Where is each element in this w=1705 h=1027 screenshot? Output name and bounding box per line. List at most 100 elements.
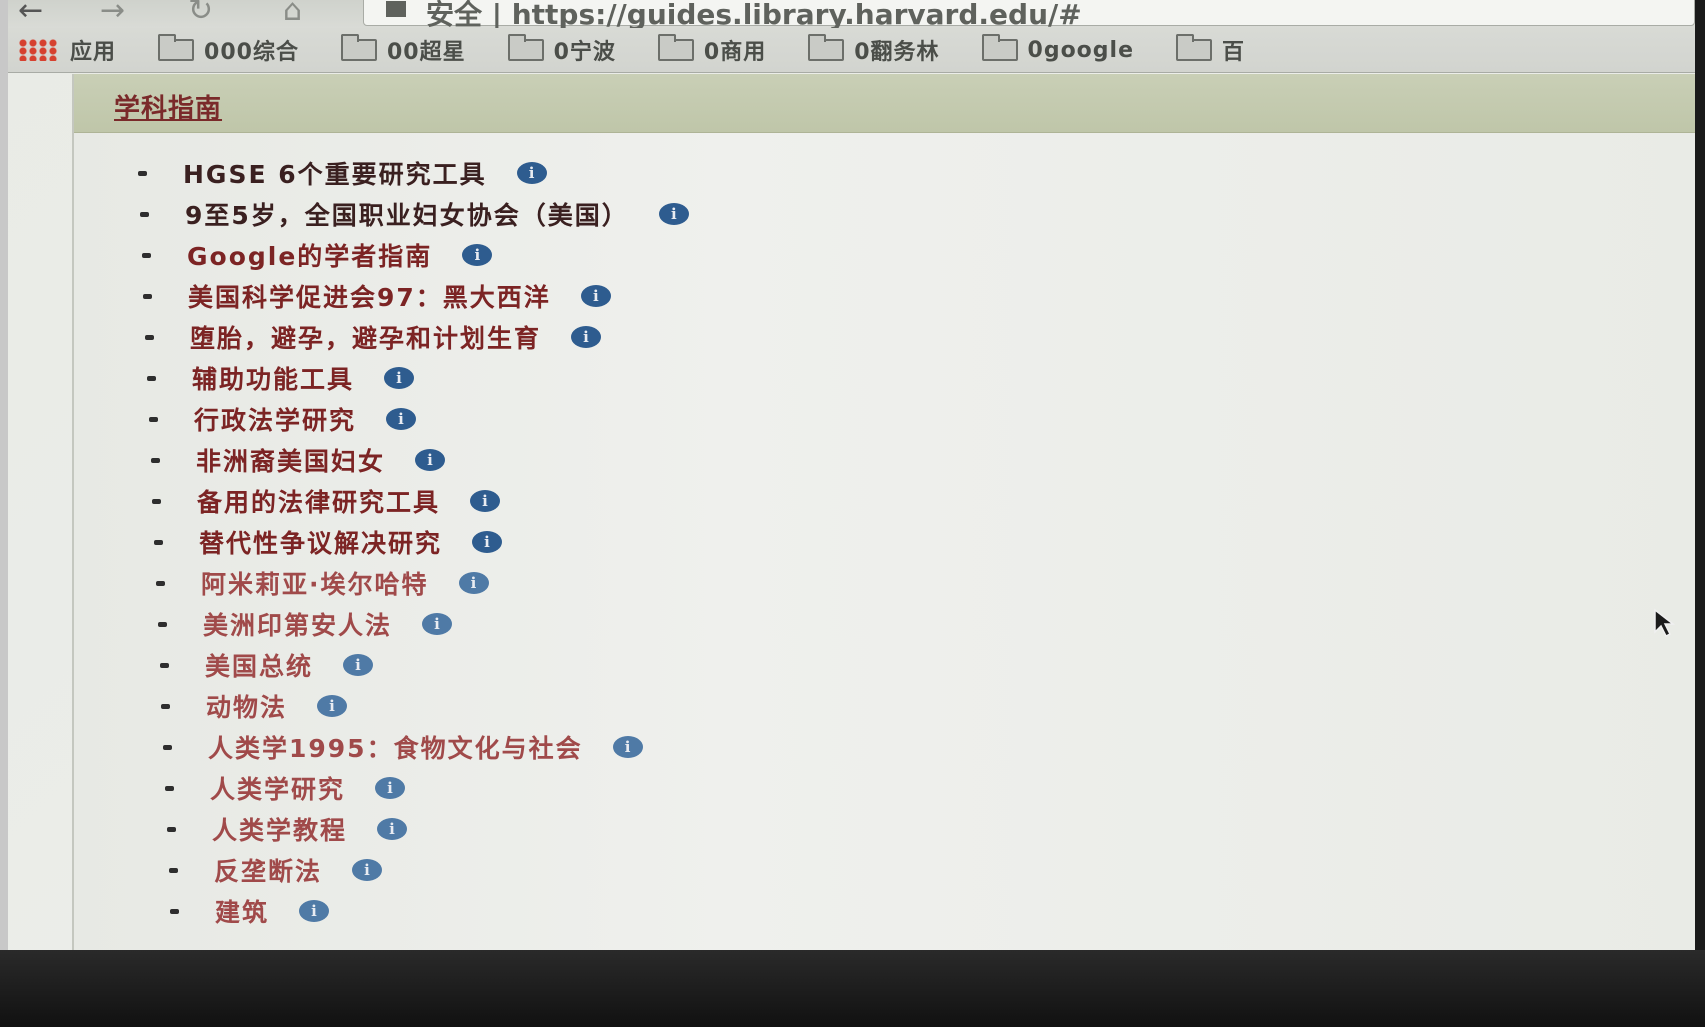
photo-frame-edge xyxy=(0,0,8,1027)
guide-link[interactable]: 9至5岁，全国职业妇女协会（美国） xyxy=(185,196,629,232)
guide-list-item: 堕胎，避孕，避孕和计划生育 i xyxy=(138,318,689,356)
guide-list-item: 阿米莉亚·埃尔哈特 i xyxy=(138,564,689,602)
folder-icon xyxy=(507,34,544,61)
bookmark-item[interactable]: 0翻务林 xyxy=(808,34,939,66)
folder-icon xyxy=(808,34,845,61)
folder-icon xyxy=(158,34,195,61)
address-field[interactable]: 安全 | https://guides.library.harvard.edu/… xyxy=(363,0,1695,31)
info-icon[interactable]: i xyxy=(571,326,602,348)
guide-link[interactable]: 辅助功能工具 xyxy=(192,360,354,396)
bullet-icon xyxy=(165,785,174,791)
guide-list-item: 非洲裔美国妇女 i xyxy=(138,441,689,479)
guide-link[interactable]: 动物法 xyxy=(206,688,287,724)
folder-icon xyxy=(981,34,1018,61)
guide-link[interactable]: 行政法学研究 xyxy=(194,401,356,437)
guide-list-item: 人类学教程 i xyxy=(138,810,689,848)
info-icon[interactable]: i xyxy=(352,859,383,881)
guide-link[interactable]: 替代性争议解决研究 xyxy=(199,524,442,560)
guide-list-item: 动物法 i xyxy=(138,687,689,725)
bookmark-label: 百 xyxy=(1222,40,1246,65)
guide-link[interactable]: 非洲裔美国妇女 xyxy=(196,442,385,478)
guide-link[interactable]: 人类学1995：食物文化与社会 xyxy=(208,729,583,765)
bookmark-label: 0翻务林 xyxy=(854,40,940,65)
lock-icon xyxy=(386,1,406,17)
bookmark-item[interactable]: 0google xyxy=(981,34,1135,63)
bullet-icon xyxy=(170,908,179,914)
guide-link[interactable]: 反垄断法 xyxy=(214,852,322,888)
bullet-icon xyxy=(167,826,176,832)
info-icon[interactable]: i xyxy=(377,818,408,840)
guide-link[interactable]: 堕胎，避孕，避孕和计划生育 xyxy=(190,319,541,355)
bookmark-item[interactable]: 应用 xyxy=(18,34,116,66)
info-icon[interactable]: i xyxy=(415,449,446,471)
guide-list-item: Google的学者指南 i xyxy=(138,236,689,274)
guide-list-item: 人类学研究 i xyxy=(138,769,689,807)
guide-link[interactable]: HGSE 6个重要研究工具 xyxy=(183,155,487,191)
back-arrow-icon[interactable]: ← xyxy=(18,0,43,26)
reload-icon[interactable]: ↻ xyxy=(188,0,213,26)
guide-link[interactable]: 阿米莉亚·埃尔哈特 xyxy=(201,565,429,601)
bullet-icon xyxy=(140,211,149,217)
bookmark-label: 0google xyxy=(1027,37,1135,63)
guide-link[interactable]: 美国科学促进会97：黑大西洋 xyxy=(188,278,551,314)
guide-list-item: 9至5岁，全国职业妇女协会（美国） i xyxy=(138,195,689,233)
info-icon[interactable]: i xyxy=(472,531,503,553)
info-icon[interactable]: i xyxy=(343,654,374,676)
info-icon[interactable]: i xyxy=(422,613,453,635)
info-icon[interactable]: i xyxy=(299,900,330,922)
folder-icon xyxy=(657,34,694,61)
guide-link[interactable]: 备用的法律研究工具 xyxy=(197,483,440,519)
info-icon[interactable]: i xyxy=(375,777,406,799)
info-icon[interactable]: i xyxy=(470,490,501,512)
info-icon[interactable]: i xyxy=(462,244,493,266)
bookmark-label: 000综合 xyxy=(204,40,299,65)
bookmark-label: 0商用 xyxy=(703,40,767,65)
guide-link[interactable]: Google的学者指南 xyxy=(187,237,432,273)
bullet-icon xyxy=(154,539,163,545)
info-icon[interactable]: i xyxy=(386,408,417,430)
bullet-icon xyxy=(143,293,152,299)
bullet-icon xyxy=(151,457,160,463)
guide-link[interactable]: 美洲印第安人法 xyxy=(203,606,392,642)
info-icon[interactable]: i xyxy=(317,695,348,717)
info-icon[interactable]: i xyxy=(458,572,489,594)
info-icon[interactable]: i xyxy=(384,367,415,389)
info-icon[interactable]: i xyxy=(658,203,689,225)
apps-icon xyxy=(18,39,58,61)
info-icon[interactable]: i xyxy=(612,736,643,758)
bullet-icon xyxy=(161,703,170,709)
bookmark-item[interactable]: 00超星 xyxy=(340,34,466,66)
bookmark-item[interactable]: 百 xyxy=(1176,34,1245,66)
bullet-icon xyxy=(147,375,156,381)
guide-list-item: HGSE 6个重要研究工具 i xyxy=(138,154,689,192)
guide-list: HGSE 6个重要研究工具 i 9至5岁，全国职业妇女协会（美国） i Google的学… xyxy=(138,154,689,933)
guide-list-item: 替代性争议解决研究 i xyxy=(138,523,689,561)
panel-header: 学科指南 xyxy=(74,74,1695,133)
guide-list-item: 美国总统 i xyxy=(138,646,689,684)
bullet-icon xyxy=(138,170,147,176)
bullet-icon xyxy=(152,498,161,504)
bookmark-label: 0宁波 xyxy=(553,40,616,65)
url-bar: ← → ↻ ⌂ 安全 | https://guides.library.harv… xyxy=(8,0,1695,31)
bookmark-item[interactable]: 0宁波 xyxy=(507,34,616,66)
bookmarks-bar: 应用 000综合 00超星 0宁波 0商用 0翻务林 0google 百 xyxy=(8,28,1695,73)
bullet-icon xyxy=(145,334,154,340)
info-icon[interactable]: i xyxy=(580,285,611,307)
home-icon[interactable]: ⌂ xyxy=(283,0,302,26)
browser-screen: ← → ↻ ⌂ 安全 | https://guides.library.harv… xyxy=(8,0,1695,950)
forward-arrow-icon[interactable]: → xyxy=(100,0,125,26)
guide-link[interactable]: 美国总统 xyxy=(205,647,313,683)
folder-icon xyxy=(1176,34,1213,61)
monitor-bezel xyxy=(0,950,1705,1027)
bookmark-label: 00超星 xyxy=(386,40,466,65)
panel-title[interactable]: 学科指南 xyxy=(114,88,222,125)
info-icon[interactable]: i xyxy=(516,162,547,184)
bullet-icon xyxy=(158,621,167,627)
guide-link[interactable]: 人类学教程 xyxy=(212,811,347,847)
guide-list-item: 行政法学研究 i xyxy=(138,400,689,438)
guide-list-item: 人类学1995：食物文化与社会 i xyxy=(138,728,689,766)
guide-link[interactable]: 建筑 xyxy=(215,893,269,929)
bookmark-item[interactable]: 0商用 xyxy=(657,34,767,66)
bookmark-item[interactable]: 000综合 xyxy=(158,34,299,66)
guide-link[interactable]: 人类学研究 xyxy=(210,770,345,806)
